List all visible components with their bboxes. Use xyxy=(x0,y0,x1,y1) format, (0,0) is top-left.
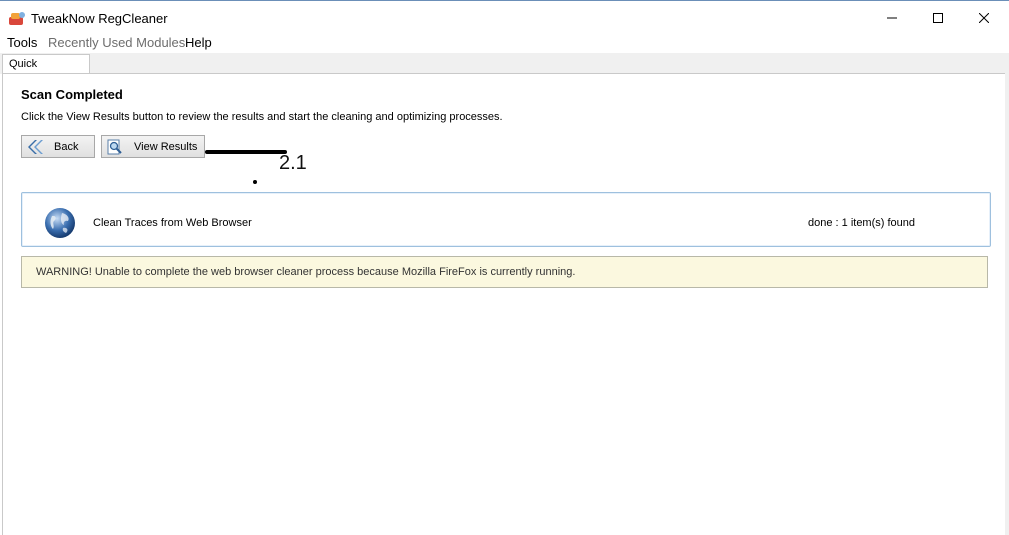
maximize-button[interactable] xyxy=(915,2,961,34)
window-title: TweakNow RegCleaner xyxy=(31,11,168,26)
page-description: Click the View Results button to review … xyxy=(21,111,503,123)
menu-recently-used-modules[interactable]: Recently Used Modules xyxy=(48,35,185,50)
menu-tools[interactable]: Tools xyxy=(7,35,37,50)
back-button-label: Back xyxy=(54,140,79,153)
view-results-label: View Results xyxy=(134,140,198,153)
menu-bar: Tools Recently Used Modules Help xyxy=(0,34,1009,53)
main-panel: Scan Completed Click the View Results bu… xyxy=(2,73,1006,535)
view-results-button[interactable]: View Results xyxy=(101,135,205,158)
minimize-button[interactable] xyxy=(869,2,915,34)
module-row[interactable]: Clean Traces from Web Browser done : 1 i… xyxy=(21,192,991,247)
minimize-icon xyxy=(887,17,897,19)
maximize-icon xyxy=(933,13,943,23)
back-button[interactable]: Back xyxy=(21,135,95,158)
page-title: Scan Completed xyxy=(21,87,123,102)
title-bar: TweakNow RegCleaner xyxy=(0,2,1009,34)
annotation-dot xyxy=(253,180,257,184)
close-button[interactable] xyxy=(961,2,1007,34)
back-arrow-icon xyxy=(28,139,43,154)
view-results-icon xyxy=(107,139,122,154)
app-window: TweakNow RegCleaner Tools Recently Used … xyxy=(0,0,1009,535)
tab-quick-optimizer[interactable]: Quick Optimizer xyxy=(2,54,90,89)
app-icon xyxy=(9,12,25,25)
tab-strip: Quick Optimizer xyxy=(0,53,1009,89)
module-name: Clean Traces from Web Browser xyxy=(93,217,252,229)
close-icon xyxy=(979,13,989,23)
annotation-label: 2.1 xyxy=(279,152,307,174)
window-edge xyxy=(1005,73,1009,535)
annotation-line xyxy=(205,150,287,154)
menu-help[interactable]: Help xyxy=(185,35,212,50)
globe-icon xyxy=(45,208,75,238)
warning-message: WARNING! Unable to complete the web brow… xyxy=(21,256,988,288)
module-status: done : 1 item(s) found xyxy=(808,217,916,229)
